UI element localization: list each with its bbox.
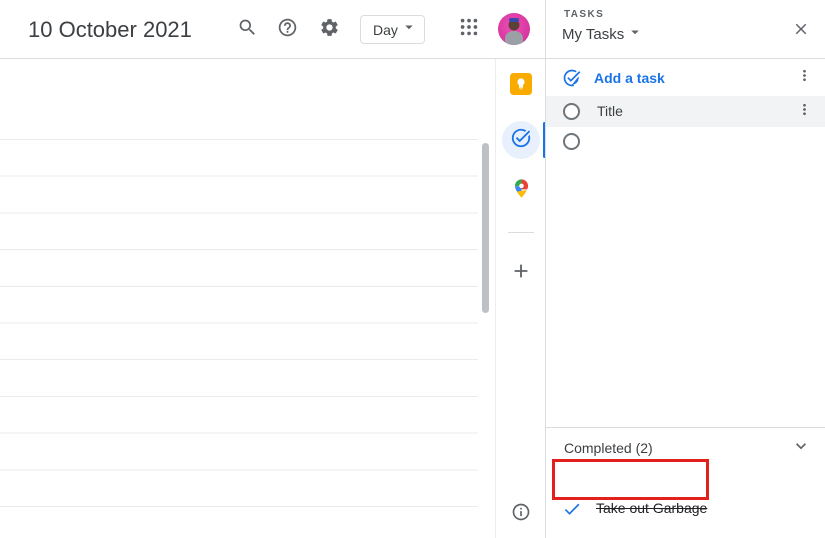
date-title: 10 October 2021 [28, 17, 192, 42]
plus-icon [510, 260, 532, 287]
day-view-grid[interactable] [0, 59, 495, 538]
calendar-header: 10 October 2021 Day [0, 0, 545, 59]
task-options-button[interactable] [793, 101, 815, 123]
completed-task-title[interactable]: Take out Garbage [596, 499, 825, 517]
red-annotation-box [552, 459, 709, 500]
gear-icon [319, 17, 340, 43]
maps-pin-icon [511, 178, 532, 204]
kebab-icon [796, 101, 813, 123]
task-complete-circle[interactable] [563, 133, 580, 150]
sidebar-item-tasks[interactable] [502, 121, 540, 159]
add-task-button[interactable]: Add a task [546, 60, 825, 96]
tasks-panel-header: TASKS My Tasks [546, 0, 825, 59]
help-icon [277, 17, 298, 43]
task-complete-circle[interactable] [563, 103, 580, 120]
completed-task-row[interactable]: Take out Garbage [546, 497, 825, 533]
kebab-icon [796, 67, 813, 89]
sidebar-item-keep[interactable] [510, 72, 532, 100]
keep-icon [510, 72, 532, 100]
caret-down-icon [400, 18, 418, 41]
vertical-scrollbar-thumb[interactable] [482, 143, 489, 313]
task-row[interactable] [546, 127, 825, 159]
completed-section-toggle[interactable]: Completed (2) [546, 428, 825, 462]
task-list-selector[interactable]: My Tasks [562, 23, 644, 46]
rail-divider [508, 232, 534, 233]
time-slot-gridlines [0, 139, 478, 509]
task-title[interactable]: Title [597, 103, 623, 119]
task-list-name: My Tasks [562, 26, 625, 43]
info-icon [511, 503, 531, 526]
side-panel-info-button[interactable] [511, 502, 531, 522]
completed-header-label: Completed (2) [564, 440, 653, 456]
google-apps-button[interactable] [456, 16, 482, 42]
caret-down-icon [626, 23, 644, 46]
task-row[interactable]: Title [546, 96, 825, 127]
list-options-button[interactable] [793, 67, 815, 89]
chevron-down-icon [791, 436, 811, 456]
account-avatar[interactable] [498, 13, 530, 45]
check-icon[interactable] [562, 499, 582, 519]
tasks-side-panel: TASKS My Tasks Add a task Title Complete… [545, 0, 825, 538]
view-selector-label: Day [373, 21, 398, 38]
side-panel-rail [495, 59, 546, 538]
google-calendar-window: 10 October 2021 Day TASKS My Tasks Add a… [0, 0, 825, 538]
settings-button[interactable] [316, 17, 342, 43]
search-button[interactable] [234, 17, 260, 43]
help-button[interactable] [274, 17, 300, 43]
get-addons-button[interactable] [510, 262, 532, 284]
add-task-icon [562, 68, 588, 88]
sidebar-item-maps[interactable] [510, 178, 532, 204]
close-panel-button[interactable] [792, 20, 812, 40]
tasks-overline: TASKS [564, 9, 605, 20]
close-icon [792, 23, 810, 42]
add-task-label: Add a task [594, 70, 665, 86]
search-icon [237, 17, 258, 43]
completed-section: Completed (2) Take out Garbage Visit Vis… [546, 427, 825, 538]
view-selector-dropdown[interactable]: Day [360, 15, 425, 44]
apps-grid-icon [458, 16, 480, 43]
tasks-icon [510, 127, 532, 154]
